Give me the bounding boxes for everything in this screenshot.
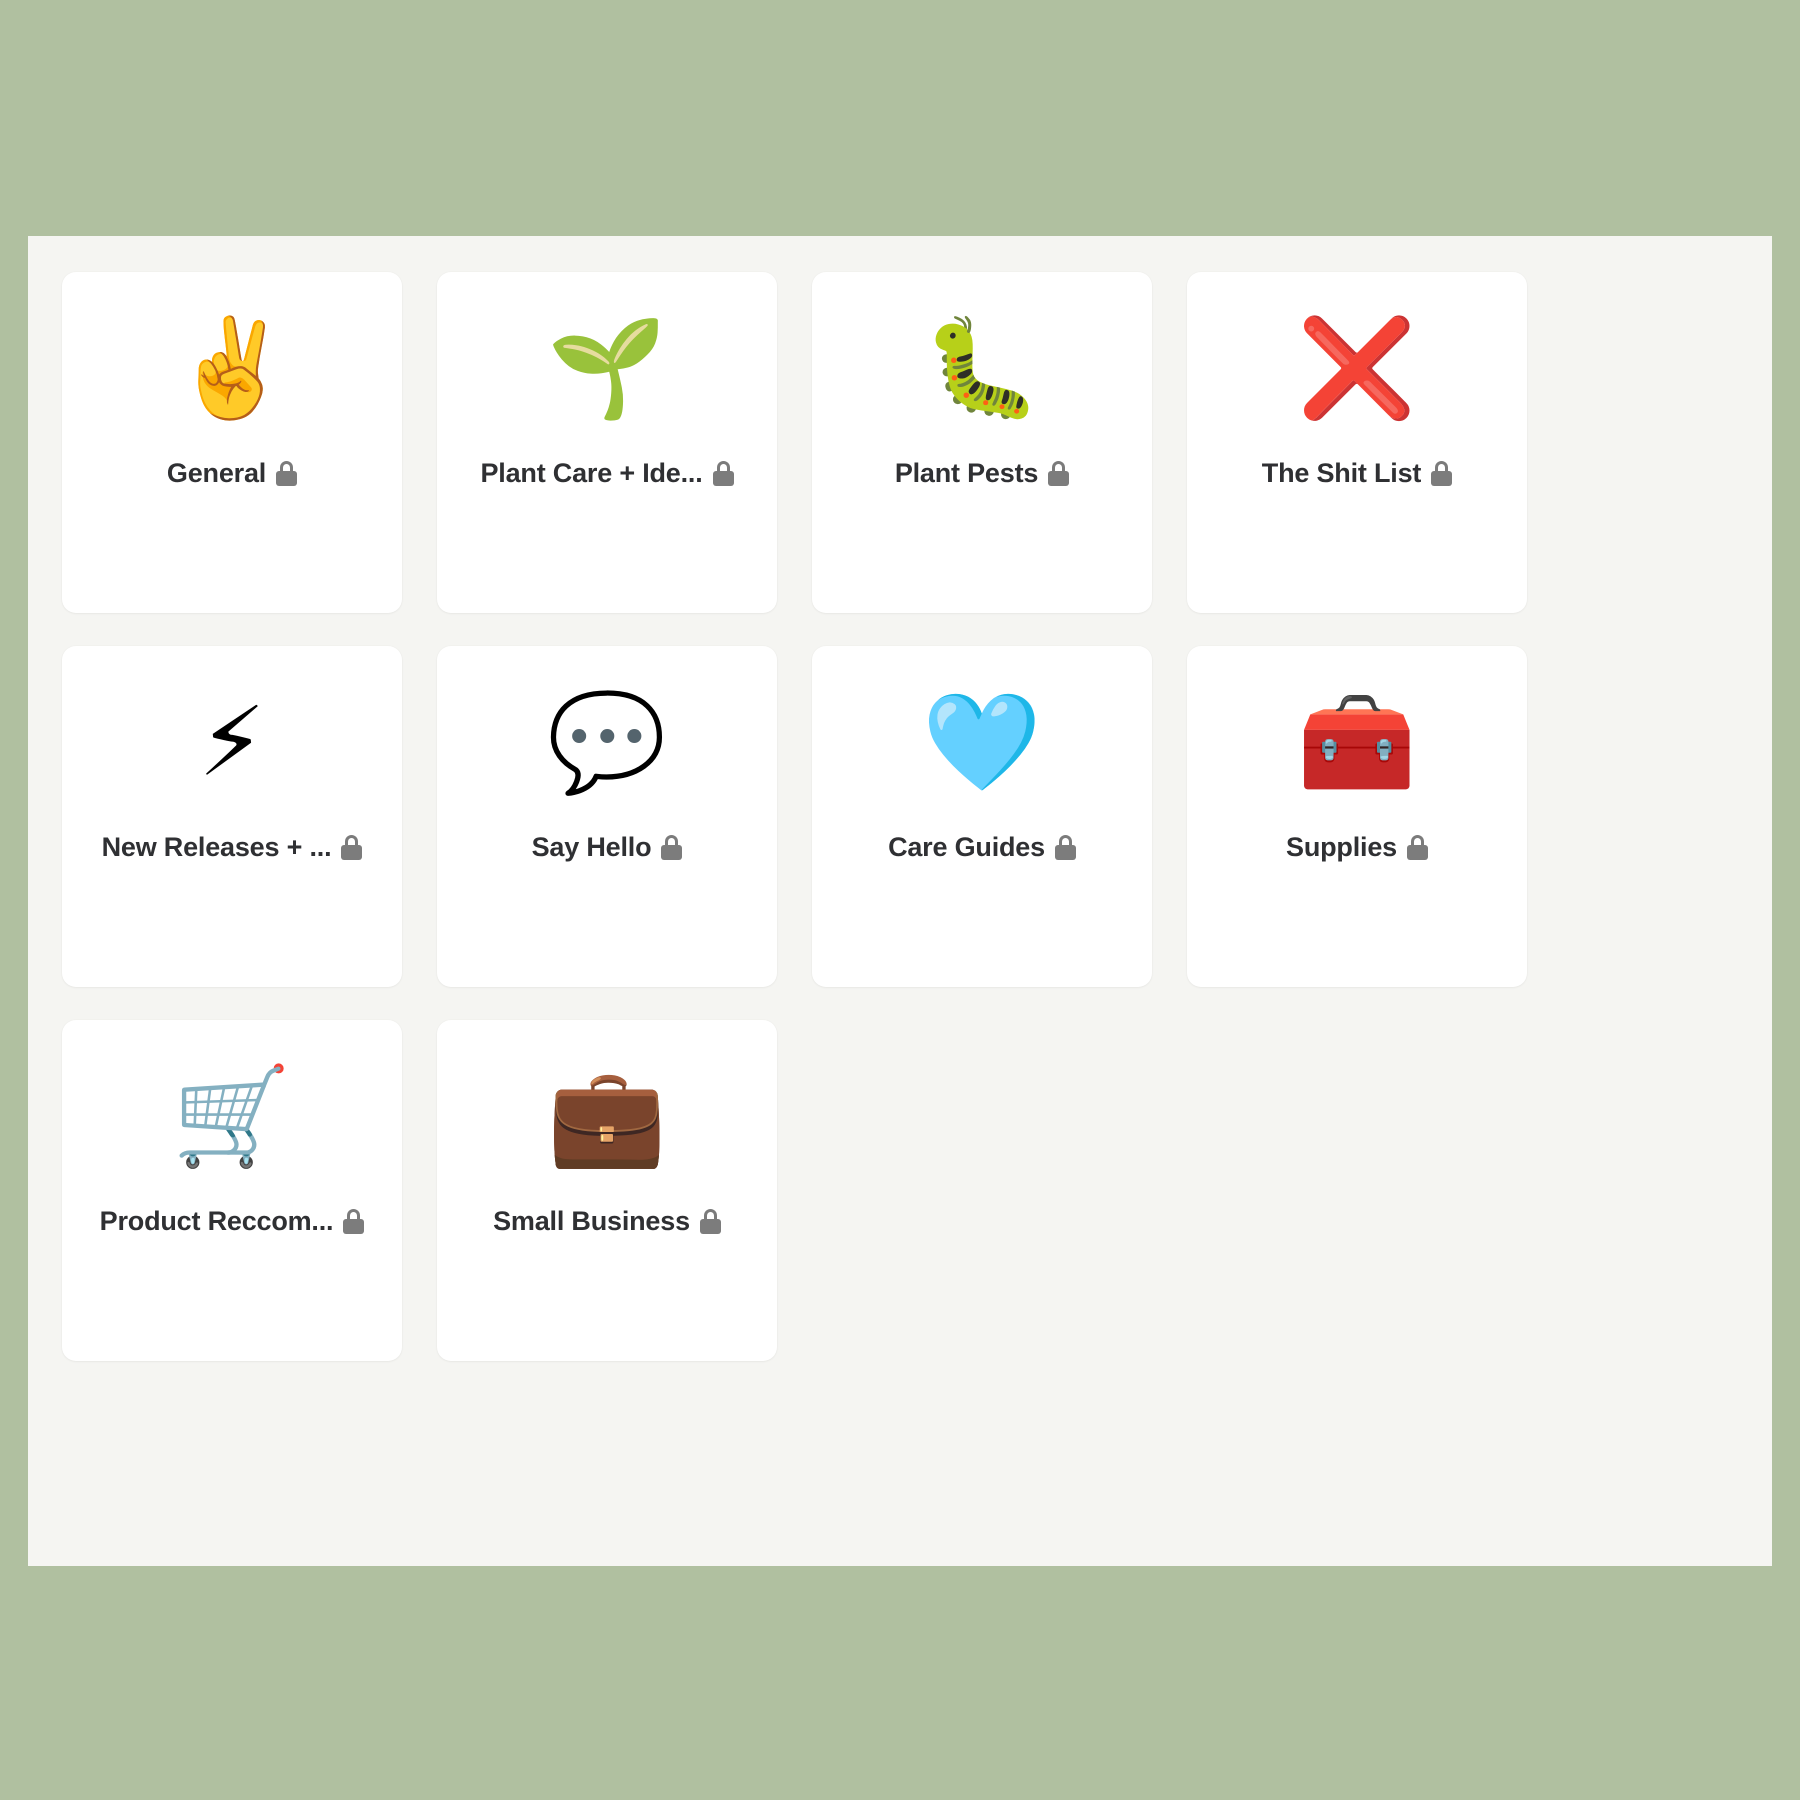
speech-balloon-emoji: 💬: [547, 686, 667, 798]
lock-icon: [712, 461, 734, 486]
caterpillar-bug-emoji: 🐛: [922, 312, 1042, 424]
lock-icon: [1406, 835, 1428, 860]
channel-card[interactable]: 🛒 Product Reccom...: [62, 1020, 402, 1361]
channel-card-label: Say Hello: [531, 832, 652, 862]
lock-icon: [1431, 461, 1453, 486]
channel-card-label: Care Guides: [888, 832, 1045, 862]
channel-card-label: Plant Pests: [894, 458, 1039, 488]
lock-icon: [343, 1209, 365, 1234]
channel-card-label: New Releases + ...: [101, 832, 332, 862]
page-root: ✌️ General 🌱 Plant Care + Ide... 🐛 Plant Pest…: [0, 0, 1800, 1800]
channel-card[interactable]: 🧰 Supplies: [1187, 646, 1527, 987]
high-voltage-emoji: ⚡: [198, 686, 266, 798]
channel-card-label-row: Care Guides: [812, 832, 1152, 863]
toolbox-emoji: 🧰: [1297, 686, 1417, 798]
lock-icon: [1054, 835, 1076, 860]
channel-card-label: The Shit List: [1261, 458, 1422, 488]
channel-card-label-row: General: [62, 458, 402, 489]
channel-card-label: Product Reccom...: [99, 1206, 334, 1236]
channel-card[interactable]: 🌱 Plant Care + Ide...: [437, 272, 777, 613]
victory-hand-emoji: ✌️: [172, 312, 292, 424]
channel-card[interactable]: 🩵 Care Guides: [812, 646, 1152, 987]
channel-card-label-row: The Shit List: [1187, 458, 1527, 489]
channel-card[interactable]: ❌ The Shit List: [1187, 272, 1527, 613]
channel-grid: ✌️ General 🌱 Plant Care + Ide... 🐛 Plant Pest…: [62, 272, 1738, 1361]
briefcase-emoji: 💼: [547, 1060, 667, 1172]
channel-card[interactable]: 💼 Small Business: [437, 1020, 777, 1361]
channel-card-label-row: Say Hello: [437, 832, 777, 863]
channel-card[interactable]: ✌️ General: [62, 272, 402, 613]
channel-card-label-row: Product Reccom...: [62, 1206, 402, 1237]
channel-card-label: Supplies: [1286, 832, 1397, 862]
lock-icon: [699, 1209, 721, 1234]
lock-icon: [276, 461, 298, 486]
lock-icon: [661, 835, 683, 860]
channel-grid-panel: ✌️ General 🌱 Plant Care + Ide... 🐛 Plant Pest…: [28, 236, 1772, 1566]
channel-card-label-row: Plant Care + Ide...: [437, 458, 777, 489]
channel-card-label: Plant Care + Ide...: [480, 458, 703, 488]
lock-icon: [341, 835, 363, 860]
seedling-emoji: 🌱: [547, 312, 667, 424]
white-heart-emoji: 🩵: [922, 686, 1042, 798]
channel-card-label-row: Supplies: [1187, 832, 1527, 863]
channel-card-label-row: Plant Pests: [812, 458, 1152, 489]
lock-icon: [1048, 461, 1070, 486]
channel-card[interactable]: ⚡ New Releases + ...: [62, 646, 402, 987]
cross-mark-emoji: ❌: [1297, 312, 1417, 424]
channel-card-label: Small Business: [493, 1206, 690, 1236]
channel-card-label-row: New Releases + ...: [62, 832, 402, 863]
channel-card-label-row: Small Business: [437, 1206, 777, 1237]
channel-card[interactable]: 🐛 Plant Pests: [812, 272, 1152, 613]
channel-card-label: General: [166, 458, 267, 488]
channel-card[interactable]: 💬 Say Hello: [437, 646, 777, 987]
shopping-cart-emoji: 🛒: [172, 1060, 292, 1172]
